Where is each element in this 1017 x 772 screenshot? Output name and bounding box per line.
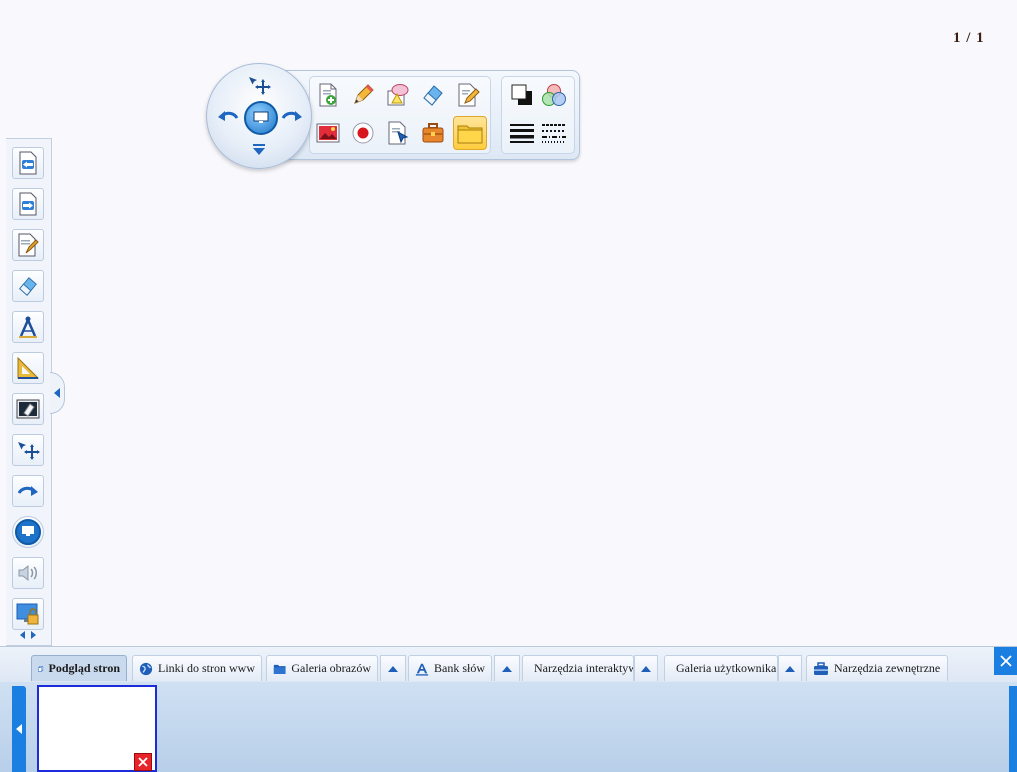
scroll-left-button[interactable]	[12, 686, 26, 772]
next-page-icon[interactable]	[12, 188, 44, 220]
tab-interactive-tools[interactable]: Narzędzia interaktywne	[522, 655, 634, 681]
page-thumbnail[interactable]	[37, 685, 157, 772]
previous-page-icon[interactable]	[12, 147, 44, 179]
tab-image-gallery[interactable]: Galeria obrazów	[266, 655, 378, 681]
eraser-icon[interactable]	[12, 270, 44, 302]
tab-label: Bank słów	[434, 661, 485, 675]
line-style-icon[interactable]	[539, 118, 569, 148]
line-weight-icon[interactable]	[507, 118, 537, 148]
sidebar-resize-icon[interactable]	[14, 629, 42, 641]
globe-icon	[139, 662, 153, 675]
floating-toolbar	[206, 63, 582, 171]
close-panel-button[interactable]	[994, 647, 1017, 675]
select-move-icon[interactable]	[246, 72, 272, 98]
set-square-icon[interactable]	[12, 352, 44, 384]
delete-page-button[interactable]	[134, 753, 152, 771]
tab-word-bank[interactable]: Bank słów	[408, 655, 492, 681]
new-page-icon[interactable]	[313, 80, 343, 110]
select-move-icon[interactable]	[12, 434, 44, 466]
user-gallery-expand-icon[interactable]	[778, 655, 802, 681]
tab-bar: Podgląd stron Linki do stron www Galeria…	[0, 646, 1017, 683]
interactive-tools-expand-icon[interactable]	[634, 655, 658, 681]
bottom-panel: Podgląd stron Linki do stron www Galeria…	[0, 646, 1017, 772]
image-gallery-expand-icon[interactable]	[380, 655, 406, 681]
tab-label: Narzędzia zewnętrzne	[834, 661, 941, 675]
tab-page-preview[interactable]: Podgląd stron	[31, 655, 127, 681]
image-icon[interactable]	[313, 118, 343, 148]
letter-a-icon	[415, 663, 429, 676]
screen-shade-icon[interactable]	[12, 393, 44, 425]
tab-label: Galeria obrazów	[291, 661, 371, 675]
eraser-icon[interactable]	[418, 80, 448, 110]
screen-icon[interactable]	[244, 101, 278, 135]
tab-label: Podgląd stron	[48, 661, 120, 675]
lock-screen-icon[interactable]	[12, 598, 44, 630]
page-select-icon[interactable]	[383, 118, 413, 148]
screen-icon[interactable]	[12, 516, 44, 548]
arrow-right-icon[interactable]	[12, 475, 44, 507]
toolbox-icon	[814, 661, 828, 675]
page-counter: 1 / 1	[953, 30, 985, 46]
left-sidebar	[6, 138, 52, 646]
folder-icon	[273, 664, 286, 674]
tab-web-links[interactable]: Linki do stron www	[132, 655, 262, 681]
sidebar-collapse-handle[interactable]	[50, 372, 65, 414]
compass-icon[interactable]	[12, 311, 44, 343]
edit-page-icon[interactable]	[453, 80, 483, 110]
tab-label: Linki do stron www	[158, 661, 255, 675]
folder-icon[interactable]	[453, 116, 487, 150]
close-icon	[138, 757, 148, 767]
pages-icon	[38, 665, 44, 672]
arrow-right-icon[interactable]	[279, 103, 305, 129]
shape-icon[interactable]	[383, 80, 413, 110]
page-preview-area	[0, 682, 1017, 772]
word-bank-expand-icon[interactable]	[494, 655, 520, 681]
fill-color-icon[interactable]	[507, 80, 537, 110]
tab-label: Galeria użytkownika	[676, 661, 777, 675]
pencil-icon[interactable]	[348, 80, 378, 110]
tab-external-tools[interactable]: Narzędzia zewnętrzne	[806, 655, 948, 681]
record-icon[interactable]	[348, 118, 378, 148]
close-icon	[999, 655, 1012, 667]
speaker-icon[interactable]	[12, 557, 44, 589]
collapse-down-icon[interactable]	[246, 136, 272, 162]
toolbox-icon[interactable]	[418, 118, 448, 148]
arrow-left-icon[interactable]	[215, 103, 241, 129]
chevron-left-icon	[16, 724, 22, 734]
navigation-wheel	[206, 63, 312, 169]
scroll-right-button[interactable]	[1009, 686, 1017, 772]
tab-label: Narzędzia interaktywne	[534, 661, 633, 675]
color-mix-icon[interactable]	[539, 80, 569, 110]
tab-user-gallery[interactable]: Galeria użytkownika	[664, 655, 778, 681]
clear-page-icon[interactable]	[12, 229, 44, 261]
